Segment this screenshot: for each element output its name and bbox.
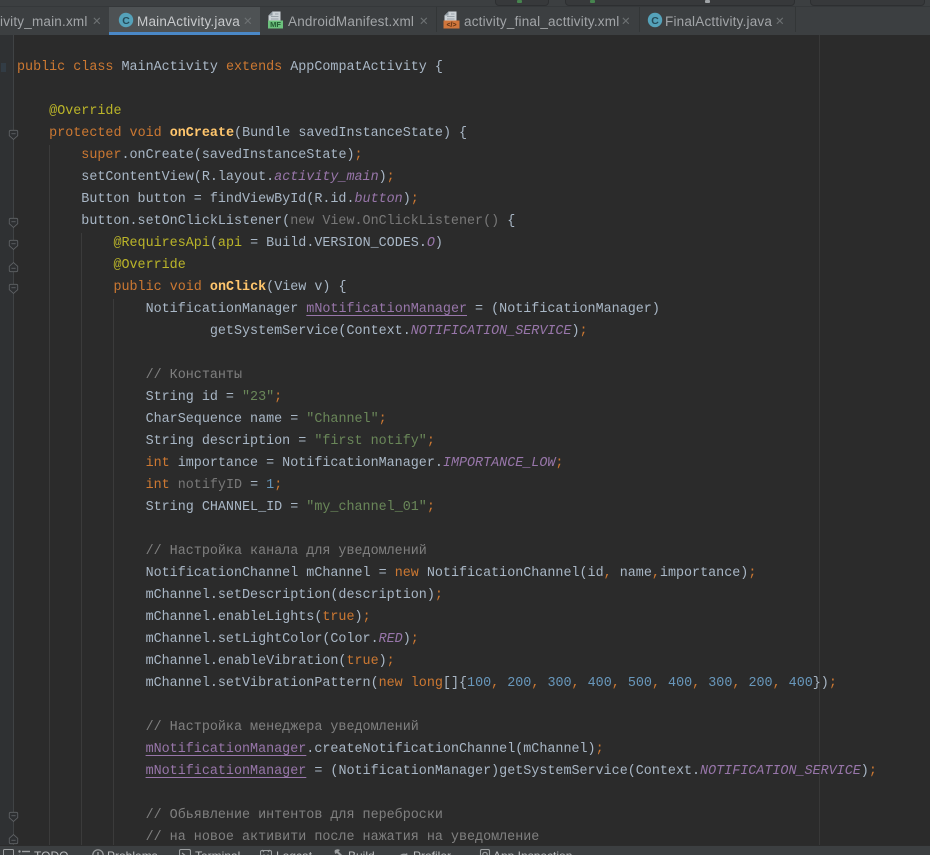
svg-text:C: C [122,15,130,27]
svg-text:</>: </> [446,22,456,29]
svg-text:MF: MF [270,20,281,29]
svg-text:C: C [651,15,659,27]
